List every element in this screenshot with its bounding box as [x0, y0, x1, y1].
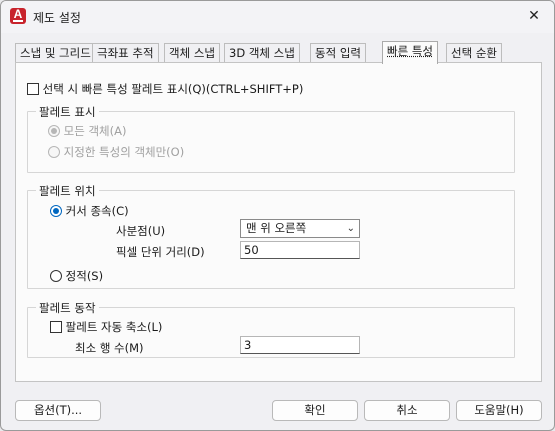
show-palette-option[interactable]: 선택 시 빠른 특성 팔레트 표시(Q)(CTRL+SHIFT+P)	[27, 81, 303, 97]
autocad-app-icon: A	[10, 8, 26, 24]
palette-behavior-group: 팔레트 동작 팔레트 자동 축소(L) 최소 행 수(M) 3	[27, 300, 515, 358]
help-button[interactable]: 도움말(H)	[456, 400, 542, 421]
chevron-down-icon: ⌄	[346, 223, 355, 234]
static-radio[interactable]	[50, 270, 62, 282]
drafting-settings-dialog: A 제도 설정 ✕ 스냅 및 그리드 극좌표 추적 객체 스냅 3D 객체 스냅…	[0, 0, 555, 431]
min-rows-label: 최소 행 수(M)	[75, 341, 144, 355]
tab-dynamic-input[interactable]: 동적 입력	[310, 43, 366, 63]
auto-collapse-option[interactable]: 팔레트 자동 축소(L)	[50, 319, 162, 335]
palette-display-title: 팔레트 표시	[36, 104, 99, 120]
palette-location-title: 팔레트 위치	[36, 183, 99, 199]
title-bar: A 제도 설정 ✕	[1, 1, 554, 33]
close-button[interactable]: ✕	[522, 5, 546, 27]
specified-objects-label: 지정한 특성의 객체만(O)	[63, 145, 185, 159]
tab-selection-cycling[interactable]: 선택 순환	[446, 43, 502, 63]
cursor-dependent-radio[interactable]	[50, 205, 62, 217]
quick-properties-panel: 선택 시 빠른 특성 팔레트 표시(Q)(CTRL+SHIFT+P) 팔레트 표…	[15, 62, 542, 382]
tab-object-snap[interactable]: 객체 스냅	[164, 43, 220, 63]
ok-button[interactable]: 확인	[272, 400, 358, 421]
distance-label: 픽셀 단위 거리(D)	[116, 245, 205, 259]
specified-objects-option: 지정한 특성의 객체만(O)	[48, 144, 184, 160]
quadrant-label: 사분점(U)	[116, 224, 166, 238]
cursor-dependent-option[interactable]: 커서 종속(C)	[50, 203, 129, 219]
cursor-dependent-label: 커서 종속(C)	[65, 204, 129, 218]
quadrant-select[interactable]: 맨 위 오른쪽 ⌄	[240, 219, 360, 238]
tab-quick-properties[interactable]: 빠른 특성	[382, 41, 438, 64]
tab-snap-grid[interactable]: 스냅 및 그리드	[15, 43, 96, 63]
show-palette-label: 선택 시 빠른 특성 팔레트 표시(Q)(CTRL+SHIFT+P)	[42, 82, 304, 96]
auto-collapse-label: 팔레트 자동 축소(L)	[65, 320, 163, 334]
options-button[interactable]: 옵션(T)...	[15, 400, 101, 421]
window-title: 제도 설정	[33, 11, 81, 25]
show-palette-checkbox[interactable]	[27, 83, 39, 95]
static-label: 정적(S)	[65, 269, 104, 283]
all-objects-radio	[48, 125, 60, 137]
distance-input[interactable]: 50	[240, 241, 360, 259]
auto-collapse-checkbox[interactable]	[50, 321, 62, 333]
static-option[interactable]: 정적(S)	[50, 268, 103, 284]
palette-behavior-title: 팔레트 동작	[36, 300, 99, 316]
tab-polar-tracking[interactable]: 극좌표 추적	[92, 43, 159, 63]
all-objects-label: 모든 객체(A)	[63, 124, 127, 138]
palette-display-group: 팔레트 표시 모든 객체(A) 지정한 특성의 객체만(O)	[27, 104, 515, 173]
specified-objects-radio	[48, 146, 60, 158]
all-objects-option: 모든 객체(A)	[48, 123, 126, 139]
cancel-button[interactable]: 취소	[364, 400, 450, 421]
tab-3d-object-snap[interactable]: 3D 객체 스냅	[224, 43, 300, 63]
min-rows-input[interactable]: 3	[240, 336, 360, 354]
palette-location-group: 팔레트 위치 커서 종속(C) 사분점(U) 맨 위 오른쪽 ⌄ 픽셀 단위 거…	[27, 183, 515, 289]
